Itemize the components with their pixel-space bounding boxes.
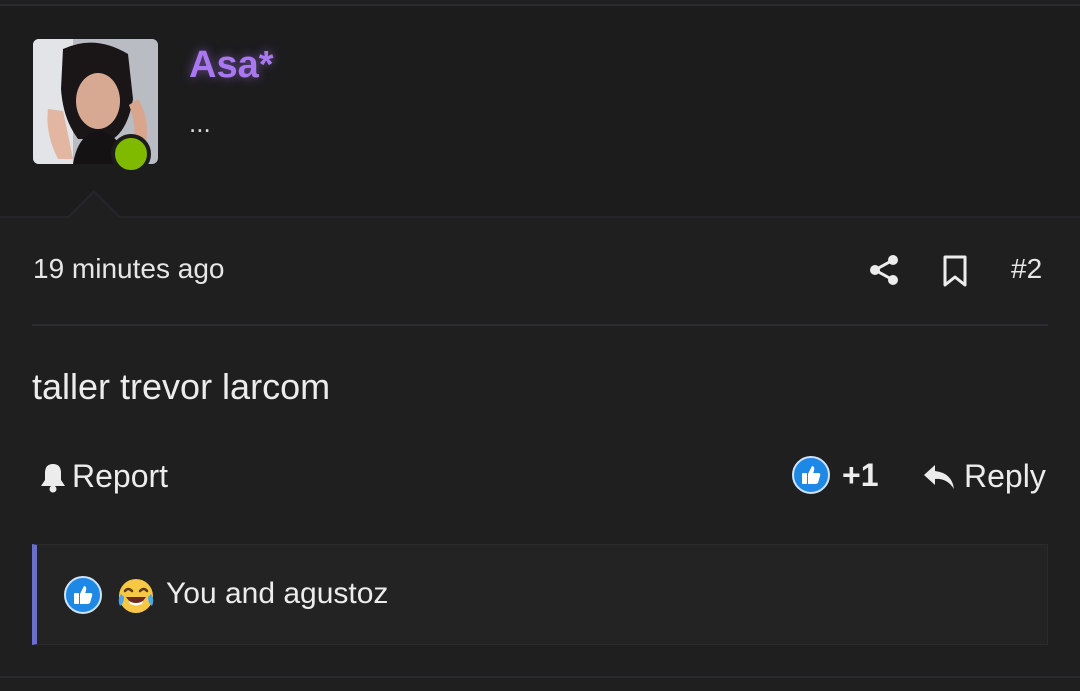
reaction-count: +1 [842, 456, 879, 493]
header-pointer-inner [68, 193, 120, 219]
user-title: ... [189, 108, 211, 138]
meta-divider [32, 324, 1048, 326]
post-header [0, 6, 1080, 216]
bottom-divider [0, 676, 1080, 678]
post-content: taller trevor larcom [32, 366, 331, 407]
bell-icon [41, 463, 65, 492]
report-label: Report [72, 458, 169, 494]
reply-label: Reply [964, 458, 1046, 494]
report-button[interactable]: Report [38, 458, 168, 495]
like-icon [64, 576, 102, 614]
post-timestamp[interactable]: 19 minutes ago [33, 253, 224, 285]
online-status-indicator [111, 134, 151, 174]
reply-arrow-icon [924, 464, 954, 489]
header-divider [0, 216, 1080, 218]
reply-button[interactable]: Reply [922, 458, 1046, 495]
post-number-link[interactable]: #2 [1011, 253, 1042, 285]
like-icon [792, 456, 830, 494]
share-icon[interactable] [867, 253, 901, 287]
username[interactable]: Asa* [189, 44, 274, 87]
reactions-summary-text[interactable]: You and agustoz [166, 577, 388, 611]
bookmark-icon[interactable] [941, 254, 969, 288]
reaction-button[interactable]: +1 [792, 456, 878, 494]
laughing-crying-emoji [118, 579, 154, 613]
